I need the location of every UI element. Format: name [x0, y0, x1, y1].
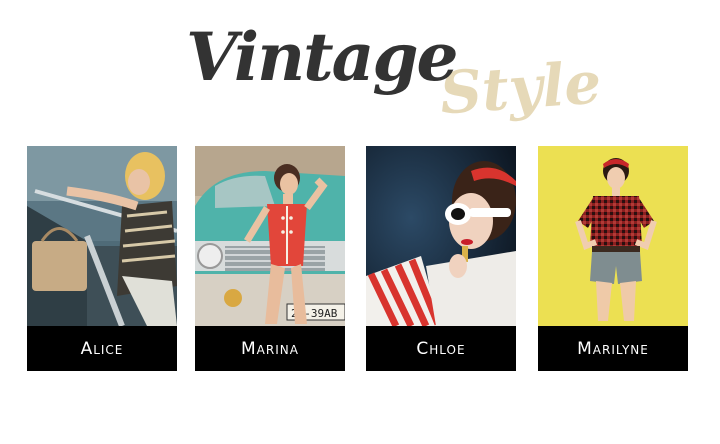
- gallery-card-alice[interactable]: Alice: [27, 146, 177, 371]
- logo-word-vintage: Vintage: [186, 18, 457, 96]
- gallery-card-marina[interactable]: 26-39AB Marina: [195, 146, 345, 371]
- site-logo[interactable]: Style Vintage: [0, 0, 720, 140]
- logo-word-style: Style: [438, 48, 604, 127]
- woman-red-swimsuit-car-photo[interactable]: 26-39AB: [195, 146, 345, 326]
- woman-plaid-shirt-yellow-photo[interactable]: [538, 146, 688, 326]
- gallery-card-name: Chloe: [416, 338, 466, 359]
- gallery-card-name: Alice: [80, 338, 124, 359]
- gallery-card-caption[interactable]: Marina: [195, 326, 345, 371]
- page: Style Vintage Alice 26-39AB Marina Chloe…: [0, 0, 720, 444]
- logo-graphic: Style Vintage: [186, 18, 604, 128]
- gallery-card-chloe[interactable]: Chloe: [366, 146, 516, 371]
- gallery-card-name: Marina: [241, 338, 299, 359]
- gallery-card-caption[interactable]: Chloe: [366, 326, 516, 371]
- gallery-card-caption[interactable]: Marilyne: [538, 326, 688, 371]
- gallery-card-marilyne[interactable]: Marilyne: [538, 146, 688, 371]
- gallery-card-name: Marilyne: [577, 338, 649, 359]
- woman-in-convertible-photo[interactable]: [27, 146, 177, 326]
- gallery-card-caption[interactable]: Alice: [27, 326, 177, 371]
- woman-lipstick-sunglasses-photo[interactable]: [366, 146, 516, 326]
